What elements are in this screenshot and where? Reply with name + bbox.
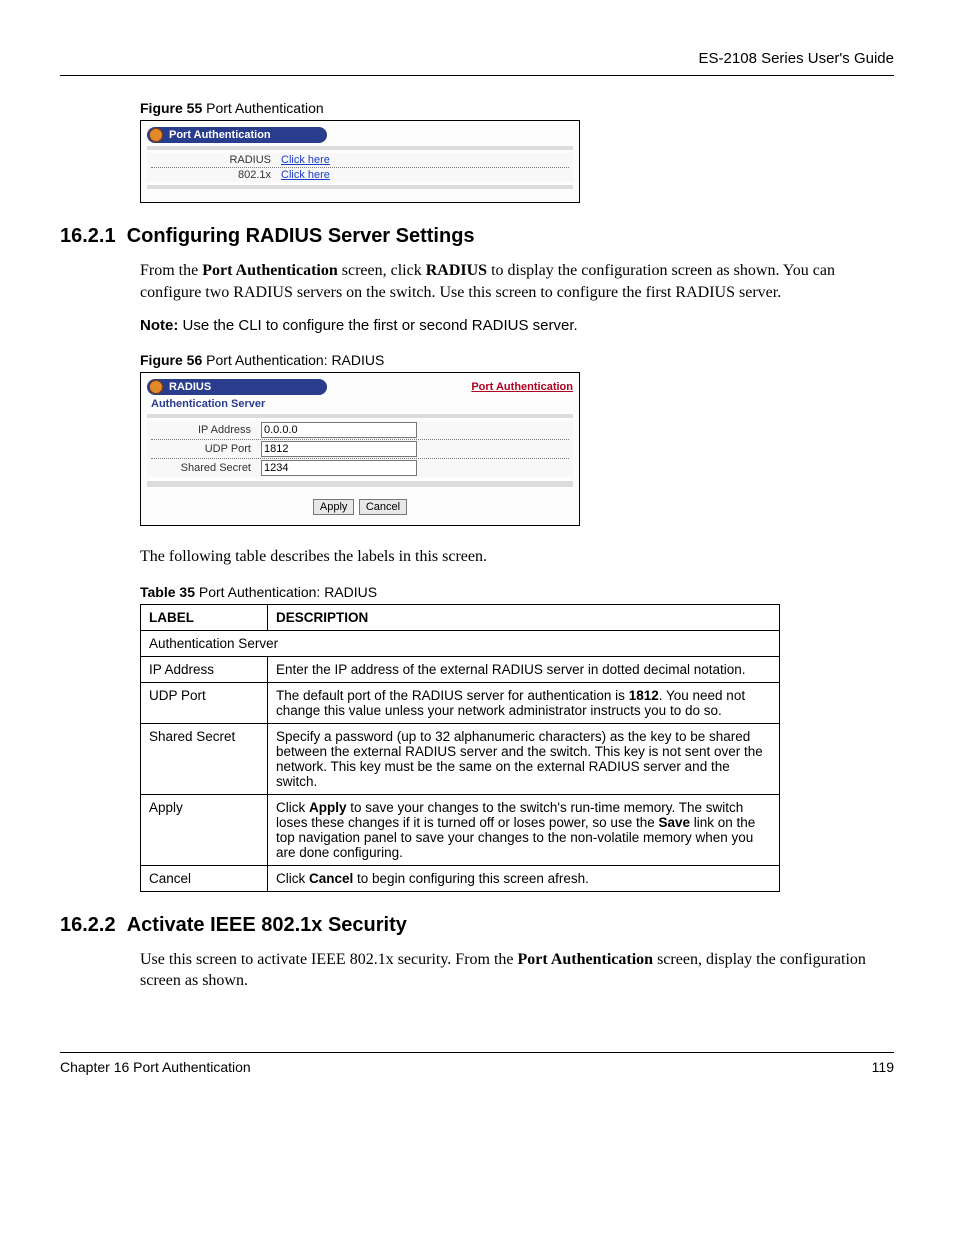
col-description: DESCRIPTION [268,604,780,630]
figure55-body: Port Authentication RADIUS Click here 80… [140,120,580,203]
figure56-body: RADIUS Port Authentication Authenticatio… [140,372,580,526]
table-header-row: LABEL DESCRIPTION [141,604,780,630]
cell-desc: Specify a password (up to 32 alphanumeri… [268,723,780,794]
page-footer: Chapter 16 Port Authentication 119 [60,1052,894,1075]
ip-address-input[interactable] [261,422,417,438]
section-title: Activate IEEE 802.1x Security [127,914,407,936]
radius-click-here-link[interactable]: Click here [281,154,330,166]
table-row: Cancel Click Cancel to begin configuring… [141,865,780,891]
cell-label: IP Address [141,656,268,682]
ip-address-label: IP Address [151,424,261,436]
table35: LABEL DESCRIPTION Authentication Server … [140,604,780,892]
button-row: Apply Cancel [147,497,573,515]
figure55-caption-num: Figure 55 [140,100,202,116]
radius-tab: RADIUS [147,379,327,395]
table-row: Apply Click Apply to save your changes t… [141,794,780,865]
8021x-label: 802.1x [151,169,281,181]
tab-label: Port Authentication [169,129,271,141]
tab-dot-icon [149,380,163,394]
table35-caption: Table 35 Port Authentication: RADIUS [140,584,894,600]
cell-desc: Enter the IP address of the external RAD… [268,656,780,682]
cell-label: Shared Secret [141,723,268,794]
cell-label: Cancel [141,865,268,891]
figure56-caption: Figure 56 Port Authentication: RADIUS [140,352,894,368]
port-auth-tab: Port Authentication [147,127,327,143]
udp-port-label: UDP Port [151,443,261,455]
tab-dot-icon [149,128,163,142]
table35-caption-num: Table 35 [140,584,195,600]
cell-desc: The default port of the RADIUS server fo… [268,682,780,723]
section-title: Configuring RADIUS Server Settings [127,225,475,247]
port-authentication-link[interactable]: Port Authentication [471,381,573,393]
footer-chapter: Chapter 16 Port Authentication [60,1059,251,1075]
cancel-button[interactable]: Cancel [359,499,407,515]
cell-desc: Click Apply to save your changes to the … [268,794,780,865]
table-row: Authentication Server [141,630,780,656]
section-16-2-2-heading: 16.2.2 Activate IEEE 802.1x Security [60,914,894,937]
figure55-caption-text: Port Authentication [202,100,323,116]
running-header: ES-2108 Series User's Guide [60,50,894,67]
sec1-paragraph: From the Port Authentication screen, cli… [140,260,894,303]
tab-label: RADIUS [169,381,211,393]
radius-label: RADIUS [151,154,281,166]
figure56-caption-text: Port Authentication: RADIUS [202,352,384,368]
8021x-click-here-link[interactable]: Click here [281,169,330,181]
section-number: 16.2.2 [60,914,116,936]
udp-port-row: UDP Port [151,440,569,459]
figure55-caption: Figure 55 Port Authentication [140,100,894,116]
ip-address-row: IP Address [151,421,569,440]
cell-label: UDP Port [141,682,268,723]
footer-page-number: 119 [872,1059,894,1075]
shared-secret-input[interactable] [261,460,417,476]
table-row: UDP Port The default port of the RADIUS … [141,682,780,723]
note-line: Note: Use the CLI to configure the first… [140,317,894,334]
section-number: 16.2.1 [60,225,116,247]
shared-secret-row: Shared Secret [151,459,569,477]
figure56-caption-num: Figure 56 [140,352,202,368]
shared-secret-label: Shared Secret [151,462,261,474]
8021x-row: 802.1x Click here [151,168,569,182]
apply-button[interactable]: Apply [313,499,355,515]
radius-row: RADIUS Click here [151,153,569,168]
header-rule [60,75,894,76]
udp-port-input[interactable] [261,441,417,457]
table35-caption-text: Port Authentication: RADIUS [195,584,377,600]
auth-server-subheader: Authentication Server [151,398,573,410]
sec2-paragraph: Use this screen to activate IEEE 802.1x … [140,949,894,992]
section-16-2-1-heading: 16.2.1 Configuring RADIUS Server Setting… [60,225,894,248]
table-intro: The following table describes the labels… [140,546,894,568]
table-row: Shared Secret Specify a password (up to … [141,723,780,794]
auth-server-span: Authentication Server [141,630,780,656]
col-label: LABEL [141,604,268,630]
cell-desc: Click Cancel to begin configuring this s… [268,865,780,891]
table-row: IP Address Enter the IP address of the e… [141,656,780,682]
cell-label: Apply [141,794,268,865]
